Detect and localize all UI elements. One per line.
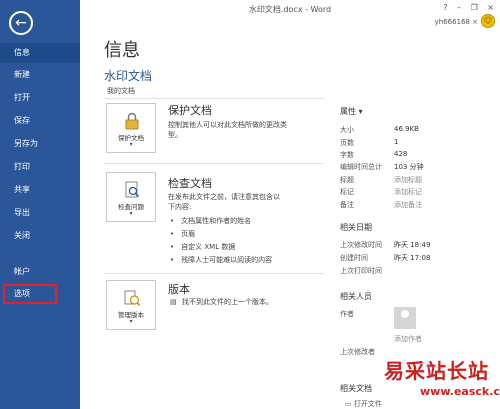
- sidebar-footer-text: ...: [2, 395, 8, 402]
- sidebar-item-share[interactable]: 共享: [0, 180, 80, 200]
- list-item: 页眉: [170, 229, 272, 242]
- author-avatar[interactable]: [394, 307, 416, 329]
- minimize-icon[interactable]: –: [457, 3, 461, 12]
- document-name: 水印文档: [104, 69, 153, 83]
- property-value: 428: [394, 150, 408, 158]
- restore-icon[interactable]: ❐: [471, 3, 478, 12]
- property-key: 标题: [340, 176, 354, 184]
- divider: [104, 98, 324, 99]
- title-bar: 水印文档.docx - Word ? – ❐ × yh666168 × ☺: [80, 0, 500, 28]
- sidebar-item-account[interactable]: 帐户: [0, 262, 80, 282]
- property-key: 备注: [340, 201, 354, 209]
- versions-icon: [124, 290, 140, 306]
- property-key: 大小: [340, 126, 354, 134]
- sidebar-item-close[interactable]: 关闭: [0, 226, 80, 246]
- property-key: 页数: [340, 139, 354, 147]
- related-dates-title: 相关日期: [340, 223, 372, 232]
- date-value: 昨天 17:08: [394, 254, 431, 262]
- protect-document-button[interactable]: 保护文档 ▾: [106, 103, 156, 153]
- property-key: 字数: [340, 151, 354, 159]
- folder-icon: ▭: [345, 400, 354, 408]
- inspect-desc-line2: 下内容:: [168, 203, 192, 211]
- sidebar-item-open[interactable]: 打开: [0, 88, 80, 108]
- sidebar-item-new[interactable]: 新建: [0, 65, 80, 85]
- help-icon[interactable]: ?: [443, 3, 447, 12]
- inspect-document-icon: [125, 181, 140, 198]
- watermark-url: www.easck.com: [420, 385, 500, 398]
- sidebar-item-info[interactable]: 信息: [0, 43, 80, 63]
- divider: [104, 273, 324, 274]
- property-value: 1: [394, 138, 399, 146]
- lock-icon: [125, 112, 139, 130]
- sidebar-item-options[interactable]: 选项: [3, 284, 57, 304]
- list-item: 残障人士可能难以阅读的内容: [170, 255, 272, 268]
- date-key: 上次修改时间: [340, 241, 382, 249]
- sidebar-item-save-as[interactable]: 另存为: [0, 134, 80, 154]
- check-issues-button[interactable]: 检查问题 ▾: [106, 172, 156, 222]
- document-location[interactable]: 我的文档: [107, 86, 135, 96]
- inspect-desc-line1: 在发布此文件之前，请注意其包含以: [168, 193, 280, 201]
- open-file-location-link[interactable]: ▭ 打开文件: [345, 399, 382, 409]
- property-key: 编辑时间总计: [340, 163, 382, 171]
- related-people-title: 相关人员: [340, 292, 372, 301]
- add-comment-field[interactable]: 添加备注: [394, 200, 422, 210]
- author-label: 作者: [340, 310, 354, 318]
- sidebar-item-print[interactable]: 打印: [0, 157, 80, 177]
- versions-title: 版本: [168, 283, 190, 296]
- properties-title[interactable]: 属性 ▾: [340, 106, 363, 117]
- divider: [104, 163, 324, 164]
- property-value: 46.9KB: [394, 125, 419, 133]
- list-item: 文档属性和作者的姓名: [170, 216, 272, 229]
- versions-desc: 找不到此文件的上一个版本。: [182, 298, 273, 306]
- sidebar-item-save[interactable]: 保存: [0, 111, 80, 131]
- document-icon: ▤: [170, 298, 177, 306]
- chevron-down-icon: ▾: [129, 141, 133, 148]
- back-arrow-icon[interactable]: ←: [9, 11, 33, 35]
- close-icon[interactable]: ×: [487, 3, 494, 12]
- watermark-text: 易采站长站: [384, 359, 489, 383]
- protect-desc-line2: 型。: [168, 131, 182, 139]
- date-key: 上次打印时间: [340, 267, 382, 275]
- page-title: 信息: [104, 40, 140, 61]
- chevron-down-icon: ▾: [129, 210, 133, 217]
- related-docs-title: 相关文档: [340, 384, 372, 393]
- add-title-field[interactable]: 添加标题: [394, 175, 422, 185]
- user-account-name[interactable]: yh666168 ×: [435, 18, 478, 26]
- list-item: 自定义 XML 数据: [170, 242, 272, 255]
- date-value: 昨天 18:49: [394, 241, 431, 249]
- window-controls: ? – ❐ ×: [436, 3, 494, 12]
- add-author-link[interactable]: 添加作者: [394, 334, 422, 344]
- inspect-title: 检查文档: [168, 177, 212, 190]
- add-tag-field[interactable]: 添加标记: [394, 187, 422, 197]
- property-key: 标记: [340, 188, 354, 196]
- inspect-bullets: 文档属性和作者的姓名 页眉 自定义 XML 数据 残障人士可能难以阅读的内容: [170, 216, 272, 268]
- date-key: 创建时间: [340, 254, 368, 262]
- backstage-sidebar: ← 信息 新建 打开 保存 另存为 打印 共享 导出 关闭 帐户 选项 ...: [0, 0, 80, 409]
- chevron-down-icon: ▾: [129, 318, 133, 325]
- protect-desc-line1: 控制其他人可以对此文档所做的更改类: [168, 121, 287, 129]
- property-value: 103 分钟: [394, 163, 424, 171]
- open-file-location-label: 打开文件: [353, 400, 382, 408]
- manage-versions-button[interactable]: 管理版本 ▾: [106, 280, 156, 330]
- protect-title: 保护文档: [168, 104, 212, 117]
- avatar[interactable]: ☺: [481, 14, 495, 28]
- sidebar-item-export[interactable]: 导出: [0, 203, 80, 223]
